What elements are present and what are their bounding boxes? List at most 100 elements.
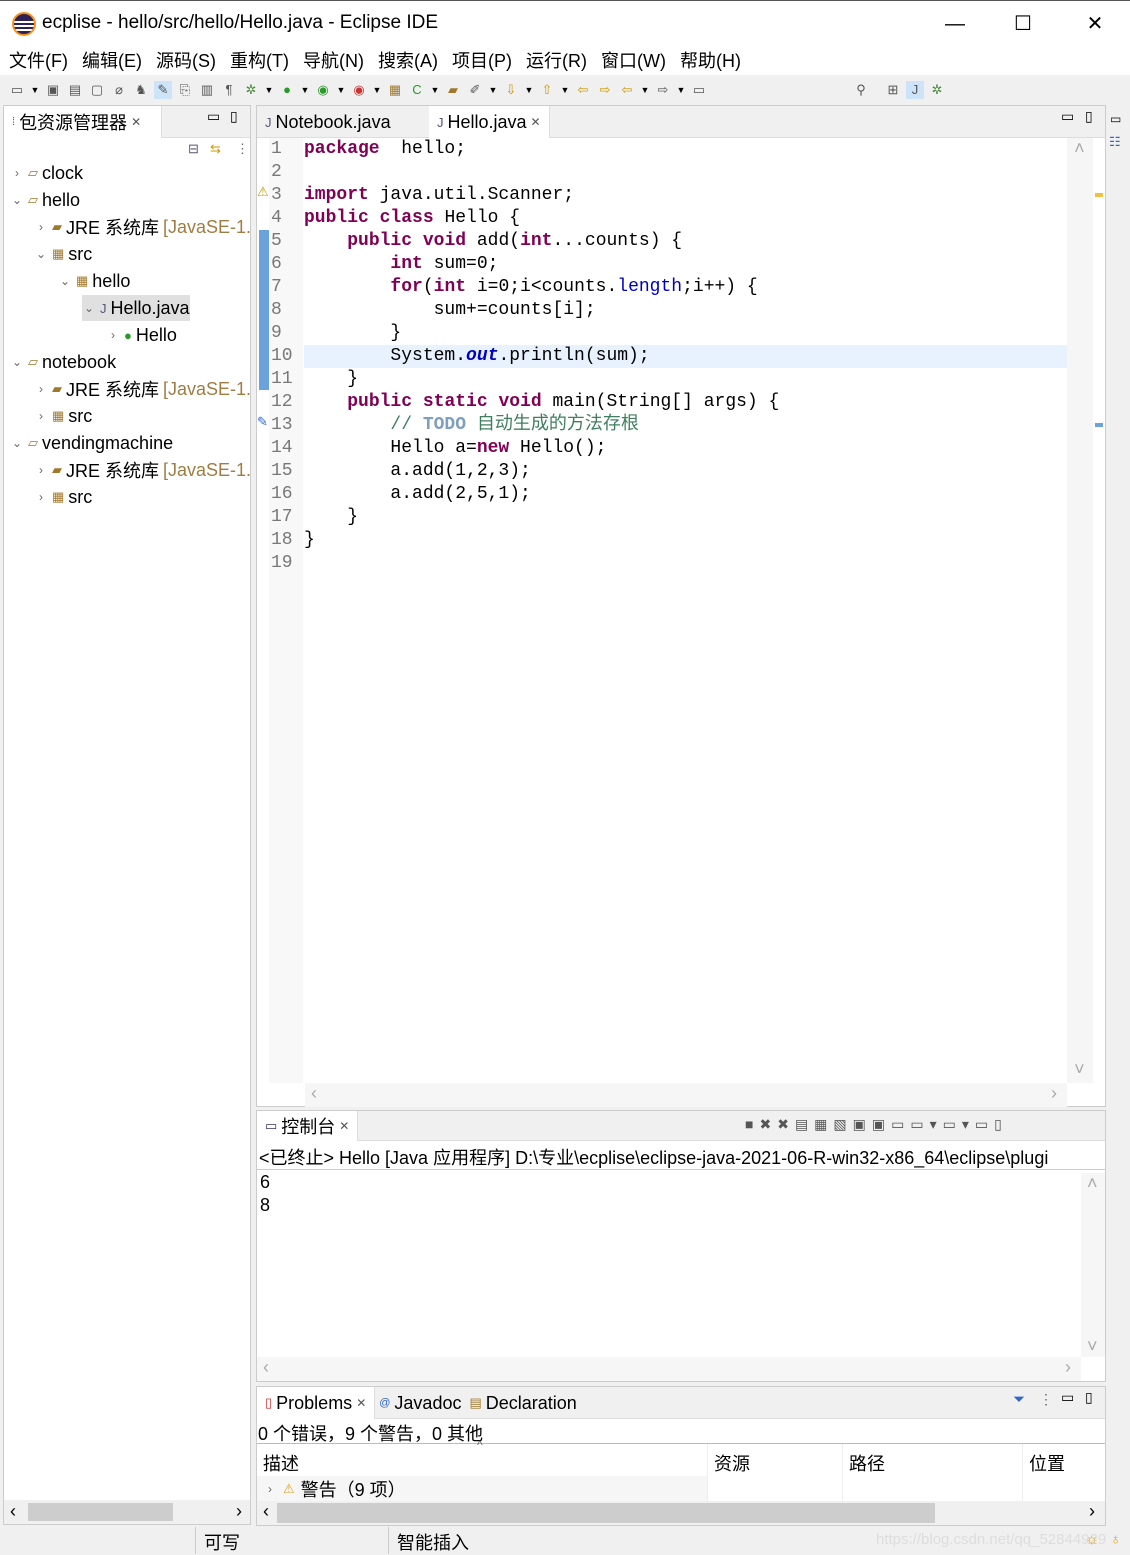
- chevron-down-icon[interactable]: ▼: [264, 81, 274, 99]
- chevron-down-icon[interactable]: ▼: [676, 81, 686, 99]
- chevron-right-icon[interactable]: ›: [1051, 1083, 1057, 1104]
- explorer-horizontal-scrollbar[interactable]: ‹ ›: [4, 1500, 250, 1524]
- maximize-view-icon[interactable]: ▯: [994, 1116, 1002, 1133]
- chevron-right-icon[interactable]: ›: [1089, 1501, 1095, 1522]
- menu-item[interactable]: 源码(S): [156, 47, 216, 73]
- chevron-right-icon[interactable]: ›: [34, 490, 48, 504]
- chevron-right-icon[interactable]: ›: [34, 409, 48, 423]
- editor-vertical-scrollbar[interactable]: ˄ ˅: [1067, 138, 1093, 1083]
- chevron-down-icon[interactable]: ▼: [560, 81, 570, 99]
- chevron-right-icon[interactable]: ›: [34, 463, 48, 477]
- prev-annotation-icon[interactable]: ⇧: [538, 81, 556, 99]
- column-resource[interactable]: 资源: [707, 1444, 756, 1502]
- next-annotation-icon[interactable]: ⇩: [502, 81, 520, 99]
- menu-item[interactable]: 导航(N): [303, 47, 364, 73]
- tree-item[interactable]: ⌄ J Hello.java: [82, 295, 190, 321]
- menu-item[interactable]: 重构(T): [230, 47, 289, 73]
- code-line[interactable]: [304, 552, 1067, 575]
- tree-item[interactable]: ⌄ ▦ hello: [58, 268, 130, 294]
- code-line[interactable]: a.add(1,2,3);: [304, 460, 1067, 483]
- chevron-left-icon[interactable]: ‹: [311, 1083, 317, 1104]
- new-package-icon[interactable]: ▦: [386, 81, 404, 99]
- open-perspective-icon[interactable]: ⊞: [884, 81, 902, 99]
- view-menu-icon[interactable]: ⋮: [236, 141, 249, 157]
- chevron-left-icon[interactable]: ‹: [263, 1501, 269, 1522]
- close-icon[interactable]: ✕: [356, 1396, 366, 1410]
- chevron-right-icon[interactable]: ›: [34, 382, 48, 396]
- tree-item[interactable]: › ▱ clock: [10, 160, 83, 186]
- code-line[interactable]: }: [304, 529, 1067, 552]
- problems-horizontal-scrollbar[interactable]: ‹ ›: [257, 1501, 1105, 1525]
- chevron-right-icon[interactable]: ›: [263, 1482, 277, 1496]
- chevron-down-icon[interactable]: ▾: [962, 1116, 969, 1133]
- problem-row-warnings[interactable]: › ⚠ 警告（9 项）: [257, 1476, 707, 1502]
- chevron-right-icon[interactable]: ›: [1065, 1357, 1071, 1378]
- forward-edit-icon[interactable]: ⇨: [596, 81, 614, 99]
- chevron-down-icon[interactable]: ▼: [30, 81, 40, 99]
- maximize-view-icon[interactable]: ▯: [1085, 108, 1093, 125]
- tab-console[interactable]: ▭ 控制台 ✕: [257, 1111, 359, 1141]
- code-area[interactable]: ⚠ ✎ 1 package hello; 2 3 import java.util.Sc…: [257, 138, 1105, 1083]
- code-line[interactable]: a.add(2,5,1);: [304, 483, 1067, 506]
- editor-horizontal-scrollbar[interactable]: ‹ ›: [305, 1083, 1067, 1107]
- chevron-up-icon[interactable]: ˄: [1087, 1173, 1098, 1194]
- lightbulb-icon[interactable]: ♁: [1110, 1531, 1121, 1548]
- chevron-down-icon[interactable]: ⌄: [10, 436, 24, 450]
- minimize-view-icon[interactable]: ▭: [975, 1116, 988, 1133]
- code-line[interactable]: public static void main(String[] args) {: [304, 391, 1067, 414]
- chevron-down-icon[interactable]: ▾: [930, 1116, 937, 1133]
- chevron-right-icon[interactable]: ›: [10, 166, 24, 180]
- search-tool-icon[interactable]: ✐: [466, 81, 484, 99]
- debug-perspective-icon[interactable]: ✲: [928, 81, 946, 99]
- clear-console-icon[interactable]: ▧: [833, 1116, 846, 1133]
- code-line[interactable]: public class Hello {: [304, 207, 1067, 230]
- tab-notebook-java[interactable]: J Notebook.java: [257, 106, 399, 138]
- scrollbar-thumb[interactable]: [28, 1503, 173, 1521]
- menu-item[interactable]: 搜索(A): [378, 47, 438, 73]
- chevron-down-icon[interactable]: ˅: [1074, 1061, 1085, 1081]
- code-line[interactable]: sum+=counts[i];: [304, 299, 1067, 322]
- save-icon[interactable]: ▣: [44, 81, 62, 99]
- code-line[interactable]: }: [304, 368, 1067, 391]
- collapse-all-icon[interactable]: ⊟: [188, 141, 199, 157]
- outline-icon[interactable]: ☷: [1109, 134, 1121, 150]
- tab-declaration[interactable]: ▤ Declaration: [465, 1387, 580, 1419]
- chevron-right-icon[interactable]: ›: [34, 220, 48, 234]
- pin-console-icon[interactable]: ▭: [891, 1116, 904, 1133]
- scroll-lock-icon[interactable]: ▤: [795, 1116, 808, 1133]
- chevron-down-icon[interactable]: ▼: [640, 81, 650, 99]
- block-selection-icon[interactable]: ⎘: [176, 81, 194, 99]
- maximize-view-icon[interactable]: ▯: [230, 108, 238, 125]
- tree-item[interactable]: › ▦ src: [34, 403, 92, 429]
- chevron-down-icon[interactable]: ▼: [524, 81, 534, 99]
- last-edit-icon[interactable]: ⇦: [574, 81, 592, 99]
- pilcrow-icon[interactable]: ¶: [220, 81, 238, 99]
- tab-package-explorer[interactable]: ⁞ 包资源管理器 ✕: [4, 106, 162, 138]
- menu-item[interactable]: 窗口(W): [601, 47, 666, 73]
- tab-problems[interactable]: ▯ Problems ✕: [257, 1387, 376, 1419]
- tree-item[interactable]: › ▰ JRE 系统库 [JavaSE-1.: [34, 457, 251, 483]
- close-icon[interactable]: ✕: [531, 115, 541, 129]
- back-icon[interactable]: ⇦: [618, 81, 636, 99]
- remove-launch-icon[interactable]: ✖: [759, 1116, 771, 1133]
- highlight-icon[interactable]: ✎: [154, 81, 172, 99]
- link-editor-icon[interactable]: ⇆: [210, 141, 221, 157]
- chevron-right-icon[interactable]: ›: [106, 328, 120, 342]
- filter-icon[interactable]: ⏷: [1013, 1391, 1025, 1408]
- maximize-button[interactable]: ☐: [1003, 9, 1043, 39]
- forward-icon[interactable]: ⇨: [654, 81, 672, 99]
- display-console-icon[interactable]: ▭: [910, 1116, 923, 1133]
- chevron-down-icon[interactable]: ⌄: [58, 274, 72, 288]
- save-all-icon[interactable]: ▤: [66, 81, 84, 99]
- menu-item[interactable]: 文件(F): [9, 47, 68, 73]
- column-description[interactable]: 描述: [263, 1450, 299, 1476]
- new-class-icon[interactable]: C: [408, 81, 426, 99]
- search-icon[interactable]: ⚲: [852, 81, 870, 99]
- terminal-icon[interactable]: ▢: [88, 81, 106, 99]
- chevron-down-icon[interactable]: ˅: [1087, 1336, 1098, 1357]
- column-location[interactable]: 位置: [1022, 1444, 1071, 1502]
- new-icon[interactable]: ▭: [8, 81, 26, 99]
- code-line[interactable]: Hello a=new Hello();: [304, 437, 1067, 460]
- debug-icon[interactable]: ✲: [242, 81, 260, 99]
- minimize-button[interactable]: —: [935, 9, 975, 39]
